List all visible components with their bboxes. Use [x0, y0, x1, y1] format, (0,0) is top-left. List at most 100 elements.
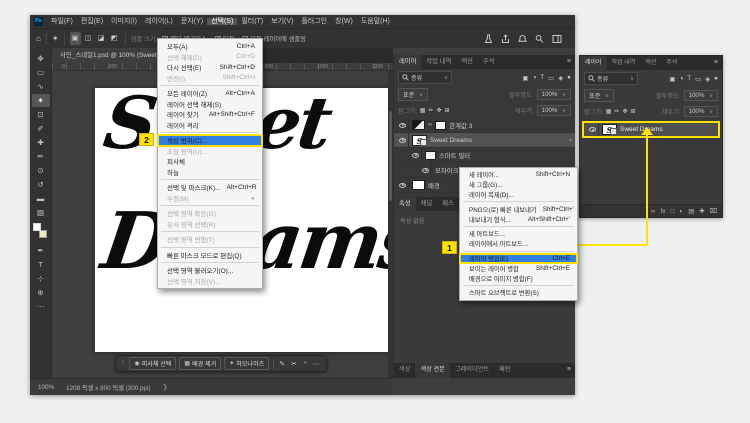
- move-tool[interactable]: ✥: [32, 52, 50, 65]
- mask-icon[interactable]: ✎: [278, 360, 286, 368]
- visibility-toggle[interactable]: [397, 118, 409, 132]
- eyedropper-tool[interactable]: ✐: [32, 122, 50, 135]
- tab-notes[interactable]: 주석: [478, 55, 500, 69]
- tab-layers[interactable]: 레이어: [580, 56, 607, 70]
- brush-tool[interactable]: ✏: [32, 150, 50, 163]
- menu-item-find-layers[interactable]: 레이어 찾기 Alt+Shift+Ctrl+F: [158, 109, 262, 120]
- menu-item-deselect-layers[interactable]: 레이어 선택 해제(S): [158, 99, 262, 110]
- filter-toggle-icon[interactable]: ●: [567, 74, 571, 81]
- menu-item-grow[interactable]: 선택 영역 확장(G): [158, 208, 262, 219]
- layer-style-icon[interactable]: fx: [660, 208, 665, 215]
- background-color-swatch[interactable]: [39, 230, 47, 238]
- menu-filter[interactable]: 필터(T): [237, 18, 267, 25]
- adjust-icon[interactable]: ◔: [302, 360, 308, 368]
- marquee-tool[interactable]: ▭: [32, 66, 50, 79]
- layer-thumbnail[interactable]: [412, 180, 425, 190]
- crop-tool[interactable]: ⊡: [32, 108, 50, 121]
- menu-item-all-layers[interactable]: 모든 레이어(Z) Alt+Ctrl+A: [158, 88, 262, 99]
- select-subject-button[interactable]: ◉ 피사체 선택: [129, 357, 177, 370]
- lock-paint-icon[interactable]: ✏: [614, 108, 619, 115]
- menu-item-new-layer[interactable]: 새 레이어... Shift+Ctrl+N: [460, 170, 577, 180]
- clone-stamp-tool[interactable]: ⊙: [32, 164, 50, 177]
- tab-color[interactable]: 색상: [394, 363, 415, 378]
- smart-filter-collapse-icon[interactable]: ▴: [569, 137, 572, 143]
- filter-shape-icon[interactable]: ▭: [695, 75, 701, 83]
- menu-view[interactable]: 보기(V): [267, 18, 297, 25]
- lock-transparency-icon[interactable]: ▦: [606, 108, 612, 115]
- search-icon[interactable]: [535, 34, 544, 44]
- menu-item-color-range[interactable]: 색상 범위(C)...: [157, 134, 263, 147]
- menu-item-save-selection[interactable]: 선택 영역 저장(V)...: [158, 276, 262, 287]
- healing-brush-tool[interactable]: ✚: [32, 136, 50, 149]
- menu-item-transform-selection[interactable]: 선택 영역 변형(T): [158, 234, 262, 245]
- panel-menu-icon[interactable]: ≡: [710, 56, 722, 70]
- workspace-icon[interactable]: [552, 34, 563, 44]
- menu-item-deselect[interactable]: 선택 해제(D) Ctrl+D: [158, 52, 262, 63]
- visibility-toggle[interactable]: [397, 133, 409, 147]
- mode-subtract-icon[interactable]: ◪: [96, 32, 107, 45]
- pen-tool[interactable]: ✒: [32, 244, 50, 257]
- menu-item-similar[interactable]: 유사 영역 선택(R): [158, 219, 262, 230]
- color-swatches[interactable]: [33, 223, 48, 239]
- tab-layers[interactable]: 레이어: [394, 55, 422, 69]
- menu-item-new-group[interactable]: 새 그룹(G)...: [460, 180, 577, 190]
- layer-name[interactable]: 배경: [428, 181, 440, 190]
- menu-item-quick-export-png[interactable]: PNG으(로) 빠른 내보내기 Shift+Ctrl+': [460, 204, 577, 214]
- menu-item-duplicate-layer[interactable]: 레이어 복제(D)...: [460, 190, 577, 200]
- menu-item-isolate-layers[interactable]: 레이어 격리: [158, 120, 262, 131]
- tab-swatches[interactable]: 색상 견본: [415, 363, 450, 378]
- layer-row-threshold[interactable]: ∞ 한계값 3: [394, 118, 575, 133]
- mask-thumbnail[interactable]: [435, 120, 447, 130]
- link-layers-icon[interactable]: ∞: [651, 208, 656, 215]
- menu-window[interactable]: 창(W): [331, 18, 357, 25]
- lock-artboard-icon[interactable]: ⊞: [631, 108, 636, 115]
- filter-type-icon[interactable]: T: [687, 75, 691, 82]
- menu-plugins[interactable]: 플러그인: [297, 18, 331, 25]
- opacity-dropdown[interactable]: 100% ∨: [683, 90, 718, 101]
- menu-item-new-artboard[interactable]: 새 아트보드...: [460, 229, 577, 239]
- layer-name[interactable]: 스마트 필터: [439, 151, 470, 160]
- lock-transparency-icon[interactable]: ▦: [420, 107, 426, 114]
- fill-dropdown[interactable]: 100% ∨: [536, 105, 571, 116]
- visibility-toggle[interactable]: [397, 178, 409, 192]
- tab-history[interactable]: 작업 내역: [421, 55, 456, 69]
- tab-history[interactable]: 작업 내역: [607, 56, 641, 70]
- layer-name[interactable]: Sweet Dreams: [430, 137, 472, 144]
- more-icon[interactable]: ⋯: [312, 360, 321, 368]
- layer-thumbnail[interactable]: S: [602, 124, 617, 135]
- crop-icon[interactable]: ✂: [290, 360, 298, 368]
- bell-icon[interactable]: [518, 34, 527, 44]
- tab-channels[interactable]: 채널: [416, 197, 438, 211]
- tool-preset-icon[interactable]: ✶: [52, 34, 59, 43]
- panel-menu-icon[interactable]: ≡: [563, 55, 575, 69]
- menu-item-merge-layers[interactable]: 레이어 병합(E) Ctrl+E: [459, 252, 578, 265]
- lock-paint-icon[interactable]: ✏: [428, 107, 433, 114]
- smart-object-thumbnail[interactable]: S: [412, 134, 427, 146]
- tab-properties[interactable]: 속성: [394, 197, 416, 211]
- filter-mask-thumbnail[interactable]: [425, 150, 436, 160]
- mode-intersect-icon[interactable]: ◩: [109, 32, 120, 45]
- menu-item-select-and-mask[interactable]: 선택 및 마스크(K)... Alt+Ctrl+R: [158, 182, 262, 193]
- menu-item-sky[interactable]: 하늘: [158, 167, 262, 178]
- menu-image[interactable]: 이미지(I): [107, 18, 141, 25]
- eraser-tool[interactable]: ▬: [32, 192, 50, 205]
- tab-patterns[interactable]: 패턴: [494, 363, 515, 378]
- filter-smart-object-icon[interactable]: ◈: [558, 74, 563, 82]
- layer-filter-search[interactable]: 종류 ∨: [398, 71, 452, 84]
- filter-type-icon[interactable]: T: [540, 74, 544, 81]
- tab-paths[interactable]: 패스: [437, 197, 459, 211]
- adjustment-thumbnail[interactable]: [412, 120, 425, 130]
- mode-add-icon[interactable]: ◫: [83, 32, 94, 45]
- filter-adjustment-icon[interactable]: ◑: [679, 75, 683, 82]
- filter-toggle-icon[interactable]: ●: [714, 75, 718, 82]
- menu-item-modify[interactable]: 수정(M) ▸: [158, 193, 262, 204]
- gradient-tool[interactable]: ▧: [32, 206, 50, 219]
- lock-position-icon[interactable]: ✥: [437, 107, 442, 114]
- menu-item-subject[interactable]: 피사체: [158, 156, 262, 167]
- new-group-icon[interactable]: ▤: [688, 207, 694, 215]
- harmonize-button[interactable]: ✦ 하모나이즈: [224, 357, 270, 370]
- visibility-toggle[interactable]: [587, 123, 599, 136]
- history-brush-tool[interactable]: ↺: [32, 178, 50, 191]
- menu-item-select-all[interactable]: 모두(A) Ctrl+A: [158, 41, 262, 52]
- menu-item-export-as[interactable]: 내보내기 형식... Alt+Shift+Ctrl+': [460, 214, 577, 224]
